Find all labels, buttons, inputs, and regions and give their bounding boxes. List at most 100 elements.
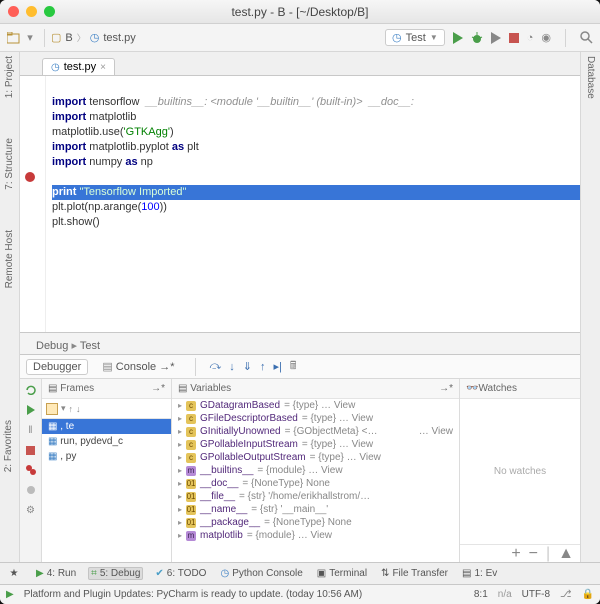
frames-thread-selector[interactable]: ▾ ↑ ↓ [42, 399, 171, 419]
todo-tool-tab[interactable]: ✔6: TODO [153, 568, 208, 579]
step-into-icon[interactable]: ↓ [229, 361, 235, 373]
minimize-window-button[interactable] [26, 6, 37, 17]
variable-row[interactable]: ▸c GPollableOutputStream = {type} … View [172, 451, 459, 464]
left-tool-gutter-lower: 2: Favorites [3, 420, 21, 477]
editor-tabs: ◷ test.py × [20, 52, 580, 76]
debugger-tab[interactable]: Debugger [26, 359, 88, 375]
breadcrumb-root[interactable]: B [65, 32, 72, 44]
debug-left-controls: ‖ ⚙ [20, 379, 42, 562]
favorites-tool-tab-label[interactable]: 2: Favorites [3, 420, 14, 472]
right-tool-gutter: Database [580, 52, 600, 562]
editor-column: ◷ test.py × import tensorflow __builtins… [20, 52, 580, 562]
event-log-tool-tab[interactable]: ▤1: Ev [460, 568, 499, 579]
status-encoding[interactable]: UTF-8 [522, 589, 550, 600]
console-tab[interactable]: ▤ Console →* [96, 359, 180, 374]
debug-body: ‖ ⚙ ▤ Frames→* ▾ ↑ [20, 379, 580, 562]
remove-watch-icon[interactable]: − [529, 545, 538, 563]
chevron-down-icon: ▼ [430, 33, 438, 42]
debug-toolbar: Debugger ▤ Console →* ⤼ ↓ ⇓ ↑ ▸| 🖩 [20, 355, 580, 379]
status-bar: ▶ Platform and Plugin Updates: PyCharm i… [0, 584, 600, 604]
pause-icon[interactable]: ‖ [24, 423, 38, 437]
left-tool-gutter: 1: Project 7: Structure Remote Host [0, 52, 20, 562]
variable-row[interactable]: ▸m matplotlib = {module} … View [172, 529, 459, 542]
window-title: test.py - B - [~/Desktop/B] [0, 5, 600, 19]
concurrency-button[interactable]: ◉ [541, 31, 551, 44]
python-file-icon: ◷ [51, 62, 60, 73]
mute-breakpoints-icon[interactable] [24, 483, 38, 497]
python-console-tool-tab[interactable]: ◷Python Console [218, 568, 304, 579]
variable-row[interactable]: ▸01 __name__ = {str} '__main__' [172, 503, 459, 516]
file-transfer-tool-tab[interactable]: ⇅File Transfer [379, 568, 450, 579]
zoom-window-button[interactable] [44, 6, 55, 17]
run-tool-tab[interactable]: ▶4: Run [34, 568, 78, 579]
titlebar: test.py - B - [~/Desktop/B] [0, 0, 600, 24]
next-frame-icon[interactable]: ↓ [76, 404, 81, 414]
run-config-label: Test [406, 32, 426, 44]
debug-button[interactable] [471, 32, 483, 44]
variable-row[interactable]: ▸c GPollableInputStream = {type} … View [172, 438, 459, 451]
status-lock-icon[interactable]: 🔒 [582, 589, 594, 600]
variable-row[interactable]: ▸01 __doc__ = {NoneType} None [172, 477, 459, 490]
close-tab-icon[interactable]: × [100, 62, 106, 73]
open-project-icon[interactable] [6, 30, 22, 46]
step-out-icon[interactable]: ↑ [260, 361, 266, 373]
variable-row[interactable]: ▸c GFileDescriptorBased = {type} … View [172, 412, 459, 425]
step-over-icon[interactable]: ⤼ [210, 360, 222, 373]
remote-host-tool-tab[interactable]: Remote Host [4, 230, 15, 288]
variable-row[interactable]: ▸c GDatagramBased = {type} … View [172, 399, 459, 412]
evaluate-icon[interactable]: 🖩 [290, 357, 297, 376]
variable-row[interactable]: ▸01 __package__ = {NoneType} None [172, 516, 459, 529]
run-to-cursor-icon[interactable]: ▸| [273, 360, 281, 373]
thread-icon [46, 403, 58, 415]
status-line-sep[interactable]: n/a [498, 589, 512, 600]
search-button[interactable] [580, 31, 594, 45]
debug-tool-tab[interactable]: ⌗5: Debug [88, 567, 143, 580]
variable-row[interactable]: ▸c GInitiallyUnowned = {GObjectMeta} <……… [172, 425, 459, 438]
add-watch-icon[interactable]: + [511, 545, 520, 563]
watches-footer: + − | ▲ [460, 544, 580, 562]
favorites-tool-tab[interactable]: ★ [10, 568, 19, 579]
breakpoint-marker[interactable] [25, 172, 35, 182]
status-caret-pos[interactable]: 8:1 [474, 589, 488, 600]
frames-panel: ▤ Frames→* ▾ ↑ ↓ ▦ , te▦ run, pydevd_c▦ … [42, 379, 172, 562]
breadcrumb-file[interactable]: test.py [103, 32, 135, 44]
structure-tool-tab[interactable]: 7: Structure [4, 138, 15, 190]
run-coverage-button[interactable] [491, 32, 501, 44]
settings-icon[interactable]: ⚙ [24, 503, 38, 517]
terminal-tool-tab[interactable]: ▣Terminal [315, 568, 369, 579]
editor-tab[interactable]: ◷ test.py × [42, 58, 115, 75]
database-tool-tab[interactable]: Database [585, 56, 596, 99]
rerun-icon[interactable] [24, 383, 38, 397]
code-text: import tensorflow __builtins__: <module … [20, 76, 580, 249]
status-indicator-icon[interactable]: ▶ [6, 589, 14, 600]
stop-button[interactable] [509, 33, 519, 43]
chevron-right-icon: 〉 [77, 31, 86, 44]
frame-row[interactable]: ▦ run, pydevd_c [42, 434, 171, 449]
project-tool-tab[interactable]: 1: Project [4, 56, 15, 98]
run-config-icon: ◷ [392, 31, 402, 44]
code-editor[interactable]: import tensorflow __builtins__: <module … [20, 76, 580, 332]
profile-button[interactable]: ◔ [527, 32, 534, 44]
prev-frame-icon[interactable]: ↑ [69, 404, 74, 414]
ide-window: test.py - B - [~/Desktop/B] ▾ ▢ B 〉 ◷ te… [0, 0, 600, 604]
stop-icon[interactable] [24, 443, 38, 457]
save-icon[interactable]: ▾ [22, 30, 38, 46]
status-message: Platform and Plugin Updates: PyCharm is … [24, 589, 464, 600]
variable-row[interactable]: ▸m __builtins__ = {module} … View [172, 464, 459, 477]
window-controls [8, 6, 55, 17]
frame-row[interactable]: ▦ , te [42, 419, 171, 434]
view-breakpoints-icon[interactable] [24, 463, 38, 477]
variable-row[interactable]: ▸01 __file__ = {str} '/home/erikhallstro… [172, 490, 459, 503]
run-button[interactable] [453, 32, 463, 44]
status-git-icon[interactable]: ⎇ [560, 589, 572, 600]
watch-up-icon[interactable]: ▲ [558, 545, 574, 563]
variables-header: ▤ Variables→* [172, 379, 459, 399]
variables-panel: ▤ Variables→* ▸c GDatagramBased = {type}… [172, 379, 460, 562]
force-step-into-icon[interactable]: ⇓ [243, 360, 252, 373]
frame-row[interactable]: ▦ , py [42, 449, 171, 464]
main-toolbar: ▾ ▢ B 〉 ◷ test.py ◷ Test ▼ ◔ ◉ [0, 24, 600, 52]
close-window-button[interactable] [8, 6, 19, 17]
run-config-selector[interactable]: ◷ Test ▼ [385, 29, 445, 46]
run-buttons: ◔ ◉ [453, 29, 594, 47]
resume-icon[interactable] [24, 403, 38, 417]
